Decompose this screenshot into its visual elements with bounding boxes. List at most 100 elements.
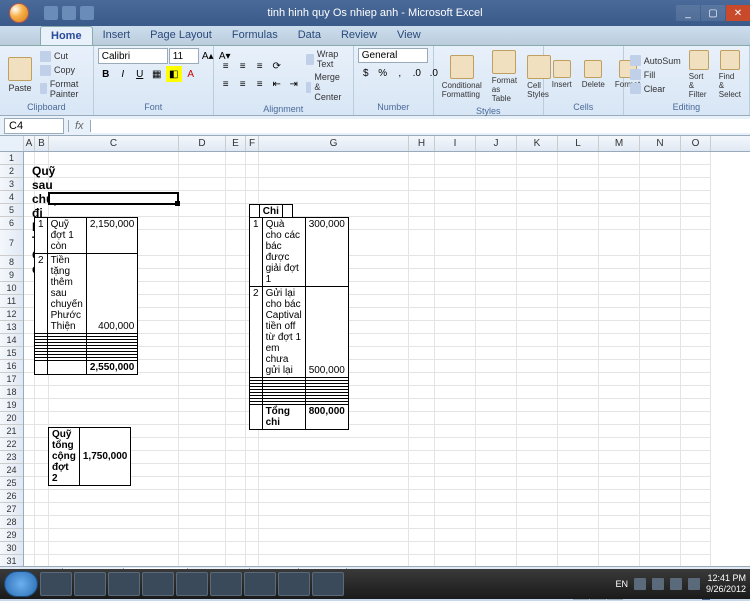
row-header[interactable]: 2 [0, 165, 23, 178]
underline-button[interactable]: U [132, 66, 148, 82]
row-header[interactable]: 4 [0, 191, 23, 204]
align-right-icon[interactable]: ≡ [252, 77, 268, 93]
column-header[interactable]: K [517, 136, 558, 151]
delete-cells-button[interactable]: Delete [578, 58, 609, 91]
tab-data[interactable]: Data [288, 26, 331, 45]
redo-icon[interactable] [80, 6, 94, 20]
row-header[interactable]: 1 [0, 152, 23, 165]
maximize-button[interactable]: ▢ [701, 5, 725, 21]
row-header[interactable]: 9 [0, 269, 23, 282]
select-all-corner[interactable] [0, 136, 24, 151]
row-header[interactable]: 27 [0, 503, 23, 516]
taskbar-app-icon[interactable] [312, 572, 344, 596]
row-header[interactable]: 13 [0, 321, 23, 334]
row-header[interactable]: 12 [0, 308, 23, 321]
align-left-icon[interactable]: ≡ [218, 77, 234, 93]
column-header[interactable]: B [35, 136, 49, 151]
sort-filter-button[interactable]: Sort & Filter [685, 48, 713, 101]
column-header[interactable]: D [179, 136, 226, 151]
row-header[interactable]: 11 [0, 295, 23, 308]
insert-cells-button[interactable]: Insert [548, 58, 576, 91]
table-row[interactable]: 1Quà cho các bác được giải đợt 1300,000 [250, 218, 349, 287]
row-header[interactable]: 23 [0, 451, 23, 464]
row-header[interactable]: 20 [0, 412, 23, 425]
conditional-formatting-button[interactable]: Conditional Formatting [438, 53, 486, 101]
row-header[interactable]: 19 [0, 399, 23, 412]
taskbar-app-icon[interactable] [142, 572, 174, 596]
column-header[interactable]: O [681, 136, 711, 151]
align-center-icon[interactable]: ≡ [235, 77, 251, 93]
align-middle-icon[interactable]: ≡ [235, 59, 251, 75]
italic-button[interactable]: I [115, 66, 131, 82]
font-size-select[interactable] [169, 48, 199, 64]
row-header[interactable]: 21 [0, 425, 23, 438]
taskbar-app-icon[interactable] [210, 572, 242, 596]
column-header[interactable]: I [435, 136, 476, 151]
row-header[interactable]: 7 [0, 230, 23, 256]
indent-increase-icon[interactable]: ⇥ [286, 77, 302, 93]
autosum-button[interactable]: AutoSum [628, 54, 683, 67]
fill-color-button[interactable]: ◧ [166, 66, 182, 82]
row-header[interactable]: 28 [0, 516, 23, 529]
taskbar-app-icon[interactable] [244, 572, 276, 596]
row-header[interactable]: 29 [0, 529, 23, 542]
table-row[interactable]: 2Tiền tặng thêm sau chuyến Phước Thiện40… [35, 254, 138, 334]
tray-icon[interactable] [652, 578, 664, 590]
column-header[interactable]: A [24, 136, 35, 151]
find-select-button[interactable]: Find & Select [715, 48, 745, 101]
table-row[interactable]: 2Gửi lại cho bác Captival tiền off từ đợ… [250, 287, 349, 378]
row-header[interactable]: 22 [0, 438, 23, 451]
column-header[interactable]: E [226, 136, 246, 151]
row-header[interactable]: 18 [0, 386, 23, 399]
row-header[interactable]: 24 [0, 464, 23, 477]
spreadsheet-grid[interactable]: ABCDEFGHIJKLMNO 123456789101112131415161… [0, 136, 750, 566]
paste-button[interactable]: Paste [4, 55, 36, 95]
row-header[interactable]: 10 [0, 282, 23, 295]
tab-formulas[interactable]: Formulas [222, 26, 288, 45]
currency-icon[interactable]: $ [358, 65, 374, 81]
start-button[interactable] [4, 571, 38, 597]
tray-icon[interactable] [688, 578, 700, 590]
align-top-icon[interactable]: ≡ [218, 59, 234, 75]
format-as-table-button[interactable]: Format as Table [488, 48, 521, 105]
table-row[interactable]: 1Quỹ đợt 1 còn2,150,000 [35, 218, 138, 254]
format-painter-button[interactable]: Format Painter [38, 78, 89, 100]
column-header[interactable]: C [49, 136, 179, 151]
taskbar-app-icon[interactable] [176, 572, 208, 596]
font-color-button[interactable]: A [183, 66, 199, 82]
row-header[interactable]: 17 [0, 373, 23, 386]
align-bottom-icon[interactable]: ≡ [252, 59, 268, 75]
system-clock[interactable]: 12:41 PM 9/26/2012 [706, 573, 746, 595]
tray-icon[interactable] [634, 578, 646, 590]
tab-home[interactable]: Home [40, 26, 93, 45]
column-header[interactable]: G [259, 136, 409, 151]
close-button[interactable]: ✕ [726, 5, 750, 21]
table-row[interactable]: Tổng chi800,000 [250, 405, 349, 430]
column-header[interactable]: L [558, 136, 599, 151]
fill-button[interactable]: Fill [628, 68, 683, 81]
taskbar-app-icon[interactable] [108, 572, 140, 596]
font-family-select[interactable] [98, 48, 168, 64]
column-header[interactable]: F [246, 136, 259, 151]
row-header[interactable]: 14 [0, 334, 23, 347]
comma-icon[interactable]: , [392, 65, 408, 81]
row-header[interactable]: 26 [0, 490, 23, 503]
orientation-icon[interactable]: ⟳ [269, 59, 285, 75]
tray-icon[interactable] [670, 578, 682, 590]
minimize-button[interactable]: _ [676, 5, 700, 21]
fill-handle[interactable] [175, 201, 180, 206]
percent-icon[interactable]: % [375, 65, 391, 81]
row-header[interactable]: 15 [0, 347, 23, 360]
undo-icon[interactable] [62, 6, 76, 20]
office-button[interactable] [0, 0, 38, 26]
tab-view[interactable]: View [387, 26, 431, 45]
taskbar-app-icon[interactable] [74, 572, 106, 596]
bold-button[interactable]: B [98, 66, 114, 82]
row-header[interactable]: 31 [0, 555, 23, 566]
column-header[interactable]: J [476, 136, 517, 151]
fx-icon[interactable]: fx [68, 120, 91, 132]
tab-review[interactable]: Review [331, 26, 387, 45]
clear-button[interactable]: Clear [628, 82, 683, 95]
copy-button[interactable]: Copy [38, 64, 89, 77]
cut-button[interactable]: Cut [38, 50, 89, 63]
